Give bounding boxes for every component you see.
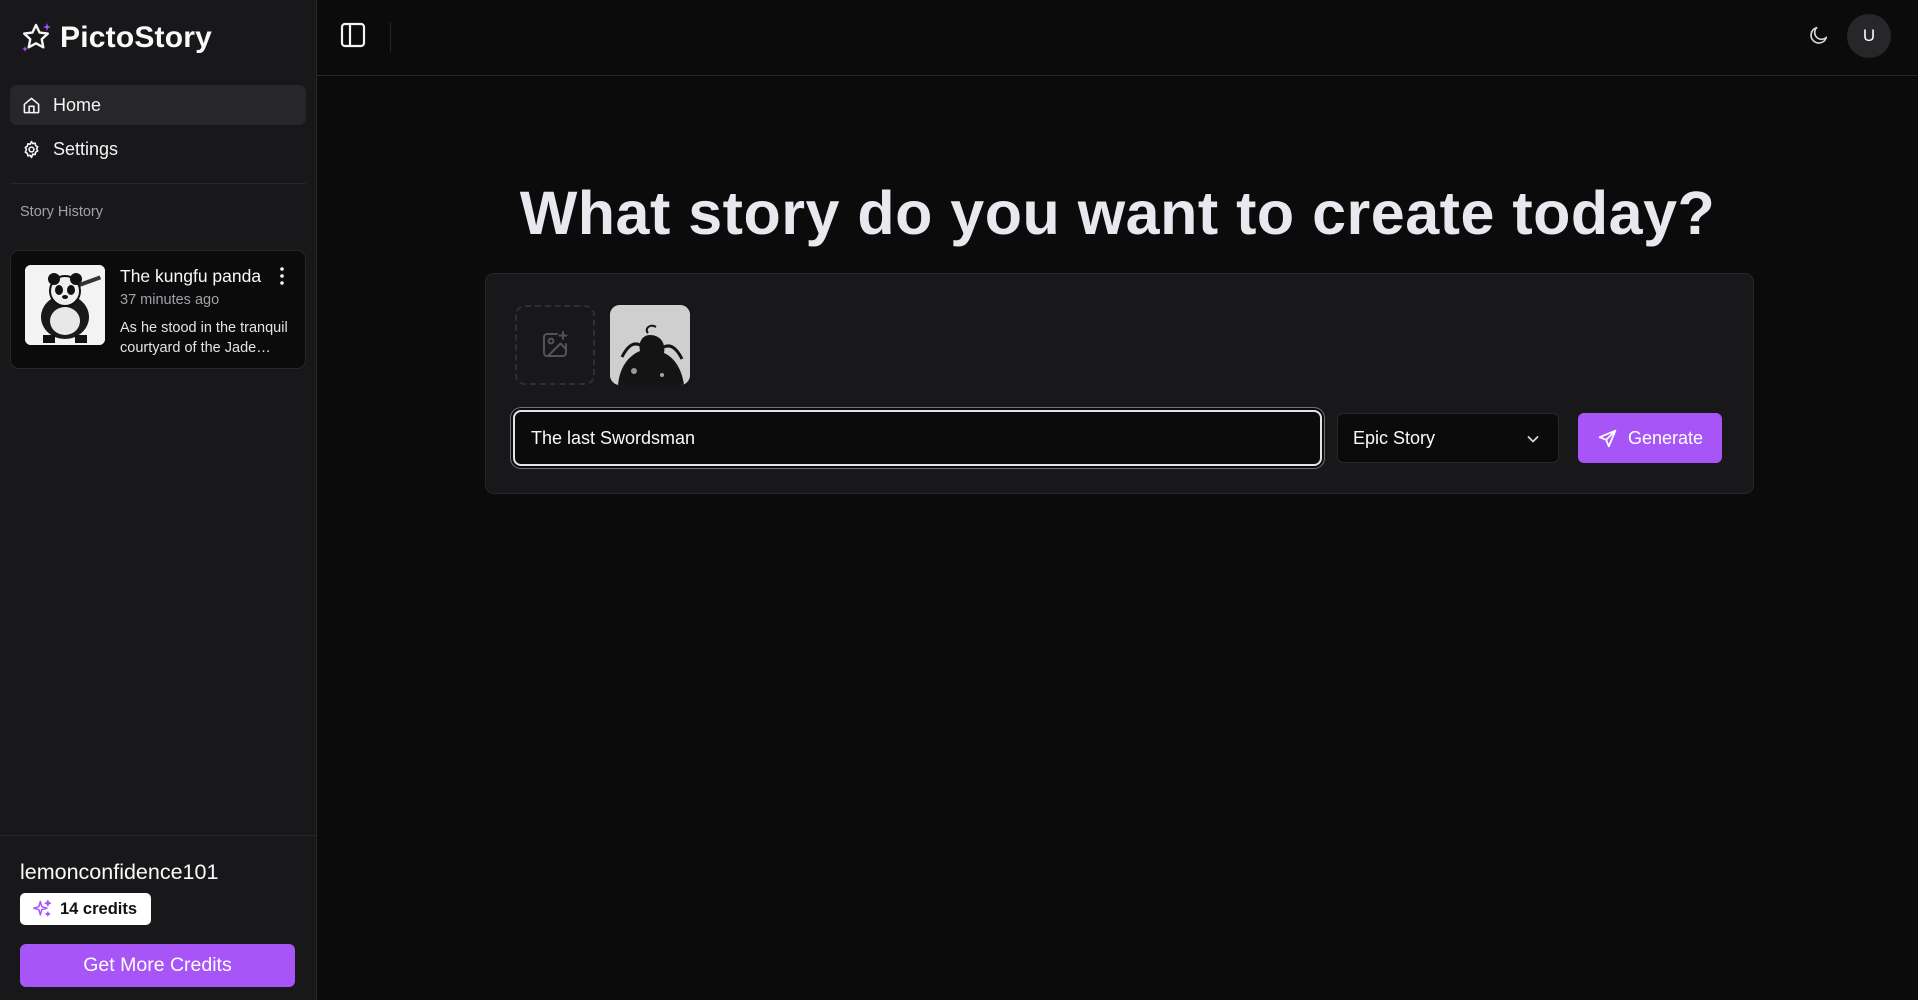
more-options-icon[interactable] <box>276 266 288 286</box>
user-avatar[interactable]: U <box>1847 14 1891 58</box>
sidebar-item-label: Home <box>53 94 102 115</box>
sidebar-nav: Home Settings <box>0 75 316 173</box>
generate-button[interactable]: Generate <box>1578 413 1722 463</box>
sidebar-item-settings[interactable]: Settings <box>10 129 306 169</box>
sidebar-item-home[interactable]: Home <box>10 85 306 125</box>
story-card-body: The kungfu panda 37 minutes ago As he st… <box>120 265 290 356</box>
story-thumbnail <box>25 265 105 345</box>
sidebar-toggle-icon[interactable] <box>339 21 367 49</box>
credits-badge: 14 credits <box>20 893 152 925</box>
top-bar: U <box>317 0 1918 76</box>
add-image-icon <box>543 331 568 357</box>
sidebar-item-label: Settings <box>53 138 119 159</box>
story-title-input[interactable] <box>513 410 1322 466</box>
story-type-value: Epic Story <box>1353 427 1436 448</box>
story-history-label: Story History <box>20 204 103 220</box>
account-panel: lemonconfidence101 14 credits Get More C… <box>0 835 316 1000</box>
brand[interactable]: PictoStory <box>0 0 316 75</box>
send-icon <box>1598 429 1617 447</box>
get-more-credits-button[interactable]: Get More Credits <box>20 944 295 987</box>
username: lemonconfidence101 <box>20 860 219 884</box>
generate-label: Generate <box>1627 427 1704 448</box>
main-area: U What story do you want to create today… <box>317 0 1918 1000</box>
sparkle-star-icon <box>22 22 51 52</box>
topbar-separator <box>390 22 391 52</box>
chevron-down-icon <box>1527 436 1539 443</box>
sidebar: PictoStory Home Settings Story History T… <box>0 0 317 1000</box>
page-headline: What story do you want to create today? <box>519 179 1716 247</box>
story-time: 37 minutes ago <box>120 292 220 308</box>
brand-name: PictoStory <box>60 20 213 54</box>
uploaded-image-preview[interactable] <box>610 305 690 385</box>
story-composer: Epic Story Generate <box>485 273 1754 494</box>
moon-icon[interactable] <box>1808 24 1830 46</box>
sparkles-icon <box>32 899 52 917</box>
home-icon <box>23 97 40 113</box>
story-history-card[interactable]: The kungfu panda 37 minutes ago As he st… <box>10 250 306 369</box>
story-type-select[interactable]: Epic Story <box>1337 413 1559 463</box>
gear-icon <box>24 140 39 158</box>
credits-count: 14 credits <box>60 899 138 918</box>
story-title: The kungfu panda <box>120 266 262 286</box>
story-excerpt: As he stood in the tranquil courtyard of… <box>120 320 288 356</box>
image-upload-slot[interactable] <box>515 305 595 385</box>
